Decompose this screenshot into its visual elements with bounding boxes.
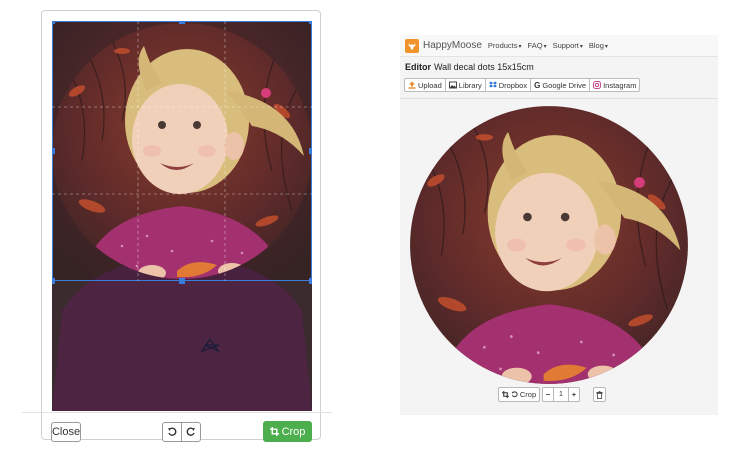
quantity-decrease-button[interactable]: − [542, 387, 554, 402]
editor-divider [400, 98, 718, 99]
instagram-icon [593, 81, 601, 89]
quantity-increase-button[interactable]: + [568, 387, 580, 402]
close-button[interactable]: Close [51, 422, 81, 442]
nav-support[interactable]: Support▾ [553, 41, 583, 50]
nav-support-label: Support [552, 41, 579, 50]
crop-icon [501, 391, 509, 398]
nav-faq-label: FAQ [527, 41, 543, 50]
instagram-label: Instagram [603, 80, 637, 90]
nav-products-label: Products [487, 41, 518, 50]
crop-footer: Close Crop [22, 410, 332, 442]
crop-canvas[interactable] [52, 21, 312, 411]
google-drive-button[interactable]: G Google Drive [530, 78, 591, 92]
dropbox-icon [488, 81, 497, 89]
library-button[interactable]: Library [444, 78, 486, 92]
footer-divider [22, 412, 332, 413]
editor-heading: Editor Wall decal dots 15x15cm [405, 62, 534, 72]
upload-icon [408, 81, 416, 89]
trash-icon [596, 390, 603, 399]
undo-button[interactable] [162, 422, 182, 442]
screenshot-stage: Close Crop HappyMoose Products▾ FAQ▾ Sup… [0, 0, 750, 450]
crop-photo [52, 21, 312, 411]
editor-heading-bold: Editor [405, 62, 431, 72]
delete-button[interactable] [593, 387, 606, 402]
preview-crop-button[interactable]: Crop [498, 387, 540, 402]
preview-crop-label: Crop [519, 390, 537, 399]
decal-preview[interactable] [409, 105, 689, 385]
google-icon: G [534, 80, 541, 90]
nav-products[interactable]: Products▾ [488, 41, 522, 50]
library-label: Library [458, 80, 482, 90]
undo-icon [168, 427, 177, 436]
image-icon [448, 81, 457, 89]
caret-down-icon: ▾ [604, 44, 608, 50]
crop-icon [269, 427, 279, 436]
editor-panel: HappyMoose Products▾ FAQ▾ Support▾ Blog▾… [400, 35, 718, 415]
dropbox-button[interactable]: Dropbox [484, 78, 532, 92]
preview-photo [410, 106, 688, 384]
undo-icon [511, 391, 518, 398]
top-navbar: HappyMoose Products▾ FAQ▾ Support▾ Blog▾ [400, 35, 718, 57]
preview-controls: Crop − 1 + [498, 387, 606, 402]
caret-down-icon: ▾ [579, 44, 583, 50]
nav-blog[interactable]: Blog▾ [589, 41, 608, 50]
caret-down-icon: ▾ [543, 44, 547, 50]
instagram-button[interactable]: Instagram [589, 78, 641, 92]
crop-button-label: Crop [281, 425, 306, 438]
google-drive-label: Google Drive [542, 80, 587, 90]
product-name: Wall decal dots 15x15cm [434, 62, 534, 72]
moose-logo-icon[interactable] [405, 38, 419, 53]
crop-button[interactable]: Crop [263, 421, 312, 442]
redo-button[interactable] [181, 422, 201, 442]
image-source-bar: Upload Library Dropbox G Google Drive Ins… [404, 78, 641, 92]
nav-faq[interactable]: FAQ▾ [528, 41, 547, 50]
crop-modal: Close Crop [22, 10, 332, 442]
quantity-value[interactable]: 1 [554, 387, 568, 402]
redo-icon [186, 427, 195, 436]
brand-name[interactable]: HappyMoose [423, 40, 482, 51]
upload-button[interactable]: Upload [404, 78, 446, 92]
caret-down-icon: ▾ [518, 44, 522, 50]
nav-blog-label: Blog [588, 41, 604, 50]
dropbox-label: Dropbox [498, 80, 528, 90]
upload-label: Upload [418, 80, 442, 90]
